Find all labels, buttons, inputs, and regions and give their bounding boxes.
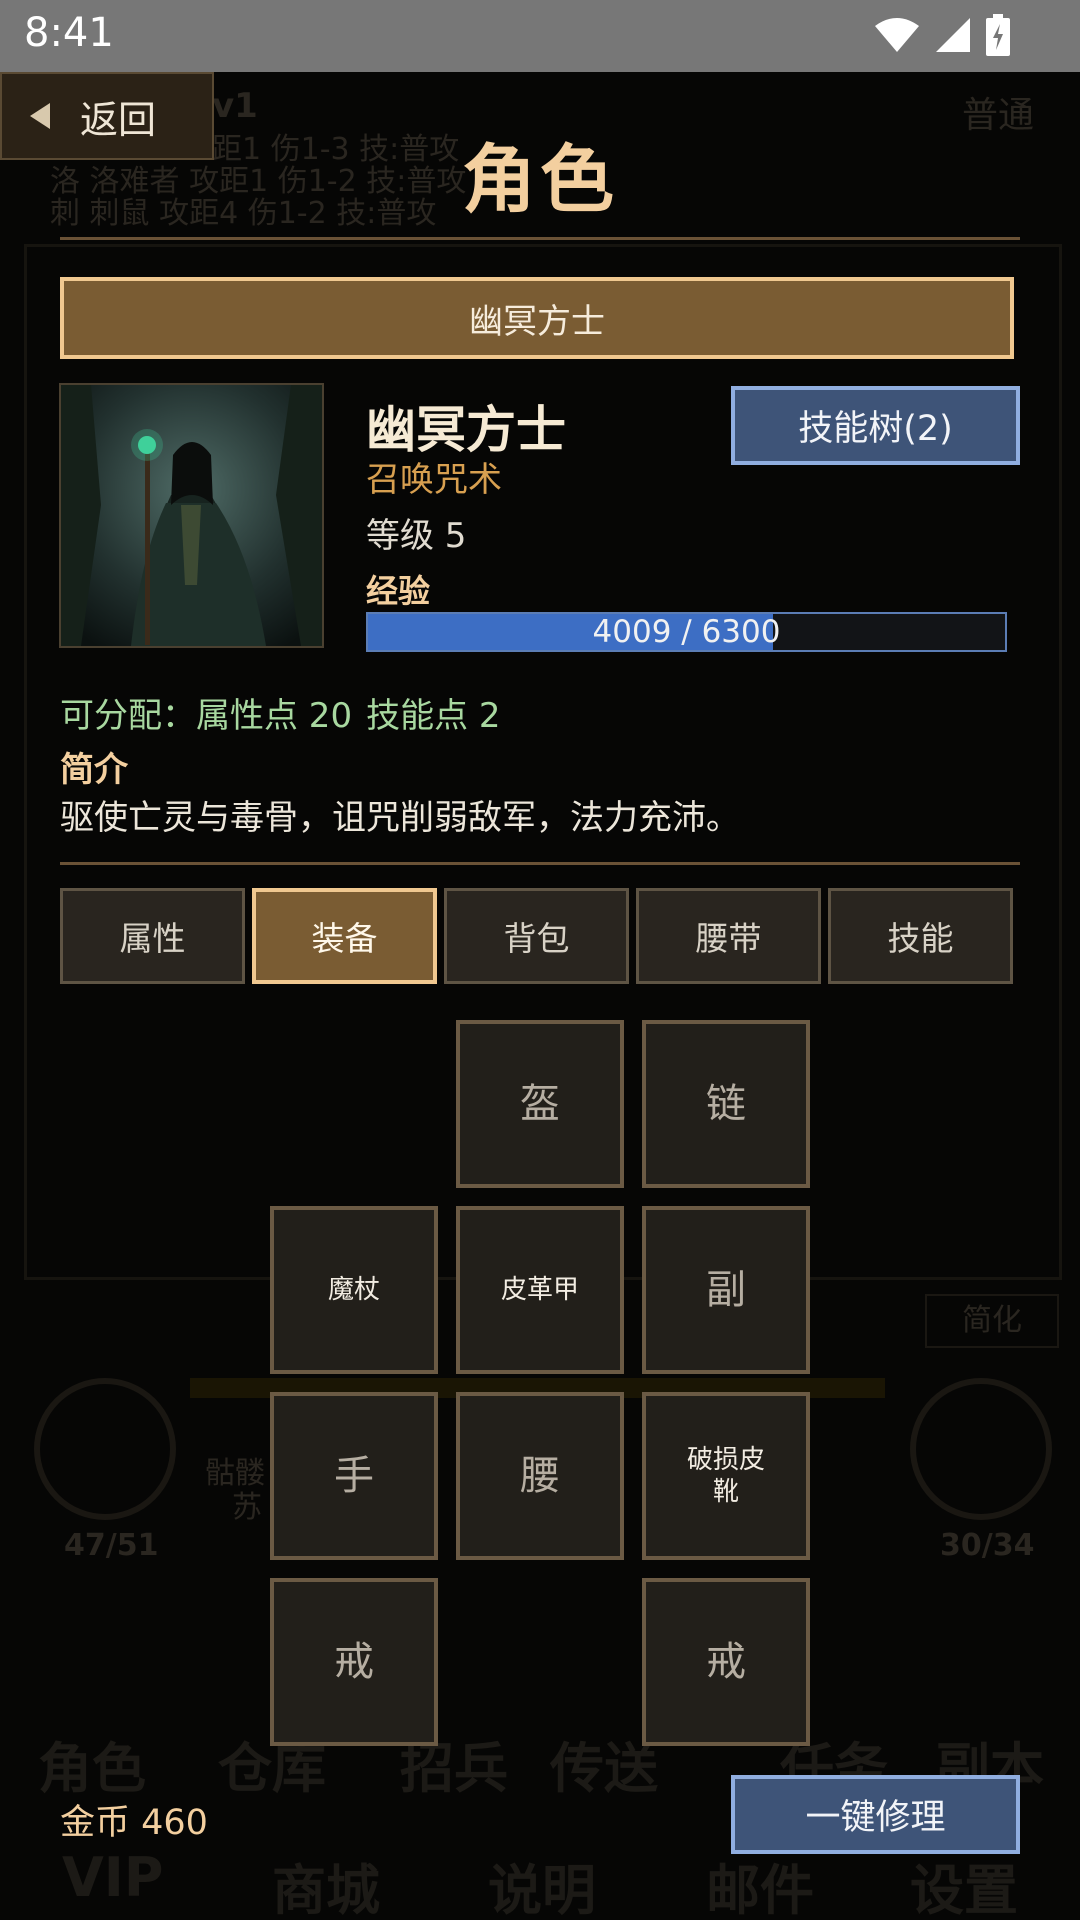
tab-belt[interactable]: 腰带 <box>636 888 821 984</box>
skill-points: 技能点 2 <box>366 696 501 736</box>
gloves-slot[interactable]: 手 <box>270 1392 438 1560</box>
status-time: 8:41 <box>24 10 114 56</box>
character-portrait <box>59 383 324 648</box>
class-banner[interactable]: 幽冥方士 <box>60 277 1014 359</box>
tab-equipment[interactable]: 装备 <box>252 888 437 984</box>
exp-label: 经验 <box>366 572 431 610</box>
status-bar: 8:41 <box>0 0 1080 72</box>
exp-value: 4009 / 6300 <box>592 614 781 650</box>
bg-nav: 设置 <box>910 1859 1018 1920</box>
boots-slot[interactable]: 破损皮 靴 <box>642 1392 810 1560</box>
attribute-points: 属性点 20 <box>196 696 353 736</box>
intro-label: 简介 <box>60 750 128 790</box>
allocatable-points: 可分配：属性点 20 技能点 2 <box>60 688 515 737</box>
skill-tree-button[interactable]: 技能树(2) <box>731 386 1020 465</box>
belt-slot[interactable]: 腰 <box>456 1392 624 1560</box>
gold-amount: 金币 460 <box>60 1803 208 1843</box>
bg-hp-orb <box>34 1378 176 1520</box>
tab-attributes[interactable]: 属性 <box>60 888 245 984</box>
signal-icon <box>936 18 970 52</box>
weapon-slot[interactable]: 魔杖 <box>270 1206 438 1374</box>
battery-charging-icon <box>986 14 1010 56</box>
offhand-slot[interactable]: 副 <box>642 1206 810 1374</box>
armor-slot[interactable]: 皮革甲 <box>456 1206 624 1374</box>
bg-nav: VIP <box>62 1846 164 1909</box>
bg-hp: 47/51 <box>64 1528 159 1563</box>
wifi-icon <box>875 18 919 52</box>
amulet-slot[interactable]: 链 <box>642 1020 810 1188</box>
tab-skills[interactable]: 技能 <box>828 888 1013 984</box>
tab-inventory[interactable]: 背包 <box>444 888 629 984</box>
bg-simplify: 简化 <box>925 1294 1059 1348</box>
bg-nav: 角色 <box>38 1737 146 1800</box>
character-level: 等级 5 <box>366 516 467 556</box>
page-title: 角色 <box>462 137 618 223</box>
divider <box>60 237 1020 240</box>
bg-nav: 说明 <box>488 1859 596 1920</box>
ring-left-slot[interactable]: 戒 <box>270 1578 438 1746</box>
intro-text: 驱使亡灵与毒骨，诅咒削弱敌军，法力充沛。 <box>60 798 740 838</box>
divider <box>60 862 1020 865</box>
alloc-prefix: 可分配： <box>60 696 196 736</box>
bg-party-sub: 苏 <box>232 1490 262 1525</box>
exp-bar: 4009 / 6300 <box>366 612 1007 652</box>
bg-mp-orb <box>910 1378 1052 1520</box>
bg-mp: 30/34 <box>940 1528 1035 1563</box>
ring-right-slot[interactable]: 戒 <box>642 1578 810 1746</box>
repair-all-button[interactable]: 一键修理 <box>731 1775 1020 1854</box>
helmet-slot[interactable]: 盔 <box>456 1020 624 1188</box>
status-icons <box>874 14 1010 56</box>
bg-nav: 商城 <box>272 1859 380 1920</box>
mage-portrait-icon <box>61 385 322 646</box>
character-subclass: 召唤咒术 <box>366 460 502 500</box>
bg-nav: 邮件 <box>706 1859 814 1920</box>
